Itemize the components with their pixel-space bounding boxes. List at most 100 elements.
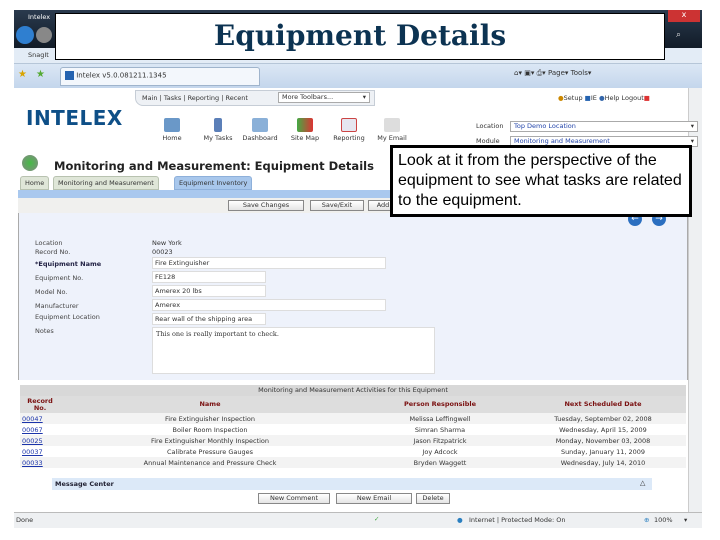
location-select[interactable]: Top Demo Location ▾: [510, 121, 698, 132]
ie-link[interactable]: IE: [591, 94, 597, 102]
more-toolbars-select[interactable]: More Toolbars... ▾: [278, 92, 370, 103]
save-exit-button[interactable]: Save/Exit: [310, 200, 364, 211]
module-gear-icon: [22, 155, 38, 171]
chevron-down-icon[interactable]: ▾: [684, 516, 687, 524]
back-icon[interactable]: [16, 26, 34, 44]
nav-site-map[interactable]: Site Map: [283, 118, 327, 142]
record-link[interactable]: 00033: [22, 459, 43, 467]
module-value: Monitoring and Measurement: [514, 137, 610, 145]
collapse-icon[interactable]: △: [640, 479, 645, 487]
name-cell: Boiler Room Inspection: [172, 425, 248, 434]
snagit-label[interactable]: SnagIt: [28, 51, 49, 59]
equipment-name-input[interactable]: Fire Extinguisher: [152, 257, 386, 269]
record-no-cell: 00067: [20, 424, 60, 435]
message-center-title: Message Center: [55, 480, 114, 488]
equipment-no-input[interactable]: FE128: [152, 271, 266, 283]
col-next-date[interactable]: Next Scheduled Date: [520, 396, 686, 413]
forward-icon[interactable]: [36, 27, 52, 43]
record-no-cell: 00037: [20, 446, 60, 457]
activities-caption: Monitoring and Measurement Activities fo…: [20, 385, 686, 396]
delete-button[interactable]: Delete: [416, 493, 450, 504]
nav-label: My Email: [377, 134, 407, 142]
location-value: Top Demo Location: [514, 122, 576, 130]
zone-text: Internet | Protected Mode: On: [469, 516, 566, 524]
nav-my-tasks[interactable]: My Tasks: [196, 118, 240, 142]
notes-textarea[interactable]: This one is really important to check.: [152, 327, 435, 374]
equipment-location-input[interactable]: Rear wall of the shipping area: [152, 313, 266, 325]
tab-equipment-inventory[interactable]: Equipment Inventory: [174, 176, 253, 190]
table-row: 00047 Fire Extinguisher Inspection Melissa…: [20, 413, 686, 424]
record-link[interactable]: 00037: [22, 448, 43, 456]
intelex-logo: INTELEX: [26, 106, 123, 130]
favorites-star-icon[interactable]: ★: [18, 69, 27, 80]
chevron-down-icon: ▾: [690, 122, 694, 130]
logout-link[interactable]: Logout: [622, 94, 644, 102]
equipment-name-label: *Equipment Name: [35, 260, 102, 268]
nav-my-email[interactable]: My Email: [370, 118, 414, 142]
nav-reporting[interactable]: Reporting: [327, 118, 371, 142]
record-no-label: Record No.: [35, 248, 71, 256]
setup-link[interactable]: Setup: [564, 94, 583, 102]
print-icon[interactable]: ⎙▾: [537, 69, 546, 77]
name-cell: Calibrate Pressure Gauges: [166, 447, 253, 456]
email-icon: [384, 118, 400, 132]
record-link[interactable]: 00025: [22, 437, 43, 445]
person-cell: Joy Adcock: [422, 447, 458, 456]
nav-dashboard[interactable]: Dashboard: [238, 118, 282, 142]
tab-monitoring[interactable]: Monitoring and Measurement: [53, 176, 159, 190]
model-no-input[interactable]: Amerex 20 lbs: [152, 285, 266, 297]
col-name[interactable]: Name: [60, 396, 360, 413]
nav-label: Reporting: [333, 134, 365, 142]
command-bar: ⌂▾ ▣▾ ⎙▾ Page▾ Tools▾: [514, 69, 592, 77]
manufacturer-label: Manufacturer: [35, 302, 79, 310]
col-record-no[interactable]: Record No.: [20, 396, 60, 413]
intelex-favicon: [65, 71, 74, 80]
date-cell: Wednesday, July 14, 2010: [520, 457, 686, 468]
nav-label: Site Map: [290, 134, 320, 142]
tools-menu[interactable]: Tools: [571, 69, 588, 77]
zoom-level[interactable]: 100%: [654, 516, 673, 524]
location-field-value: New York: [152, 239, 182, 247]
record-link[interactable]: 00067: [22, 426, 43, 434]
page-menu[interactable]: Page: [548, 69, 565, 77]
feeds-icon[interactable]: ▣▾: [524, 69, 534, 77]
person-cell: Simran Sharma: [414, 425, 466, 434]
nav-home[interactable]: Home: [150, 118, 194, 142]
equipment-no-label: Equipment No.: [35, 274, 84, 282]
date-cell: Monday, November 03, 2008: [520, 435, 686, 446]
status-text: Done: [16, 516, 34, 524]
globe-icon: ●: [457, 516, 463, 524]
search-icon[interactable]: ⌕: [676, 30, 681, 40]
record-link[interactable]: 00047: [22, 415, 43, 423]
new-email-button[interactable]: New Email: [336, 493, 412, 504]
record-no-value: 00023: [152, 248, 173, 256]
table-row: 00037 Calibrate Pressure Gauges Joy Adcock…: [20, 446, 686, 457]
utility-links: ●Setup ■IE ●Help Logout■: [558, 94, 650, 102]
new-comment-button[interactable]: New Comment: [258, 493, 330, 504]
tab-home[interactable]: Home: [20, 176, 50, 190]
save-changes-button[interactable]: Save Changes: [228, 200, 304, 211]
location-field-label: Location: [35, 239, 63, 247]
dashboard-icon: [252, 118, 268, 132]
equipment-location-label: Equipment Location: [35, 313, 100, 321]
reporting-icon: [341, 118, 357, 132]
table-row: 00033 Annual Maintenance and Pressure Che…: [20, 457, 686, 468]
person-cell: Melissa Leffingwell: [360, 413, 520, 424]
window-title: Intelex: [28, 13, 51, 21]
col-person[interactable]: Person Responsible: [360, 396, 520, 413]
security-icon: ✓: [374, 515, 380, 523]
tasks-icon: [214, 118, 222, 132]
browser-tab[interactable]: Intelex v5.0.081211.1345: [60, 67, 260, 86]
notes-label: Notes: [35, 327, 54, 335]
name-cell: Annual Maintenance and Pressure Check: [60, 457, 360, 468]
home-icon[interactable]: ⌂▾: [514, 69, 522, 77]
record-no-cell: 00033: [20, 457, 60, 468]
add-favorites-icon[interactable]: ★: [36, 69, 45, 80]
logout-icon[interactable]: ■: [644, 94, 650, 102]
manufacturer-input[interactable]: Amerex: [152, 299, 386, 311]
close-window-button[interactable]: x: [668, 10, 700, 22]
name-cell: Fire Extinguisher Monthly Inspection: [60, 435, 360, 446]
help-link[interactable]: Help: [605, 94, 620, 102]
table-row: 00067 Boiler Room Inspection Simran Sharma…: [20, 424, 686, 435]
callout-note: Look at it from the perspective of the e…: [390, 145, 692, 217]
